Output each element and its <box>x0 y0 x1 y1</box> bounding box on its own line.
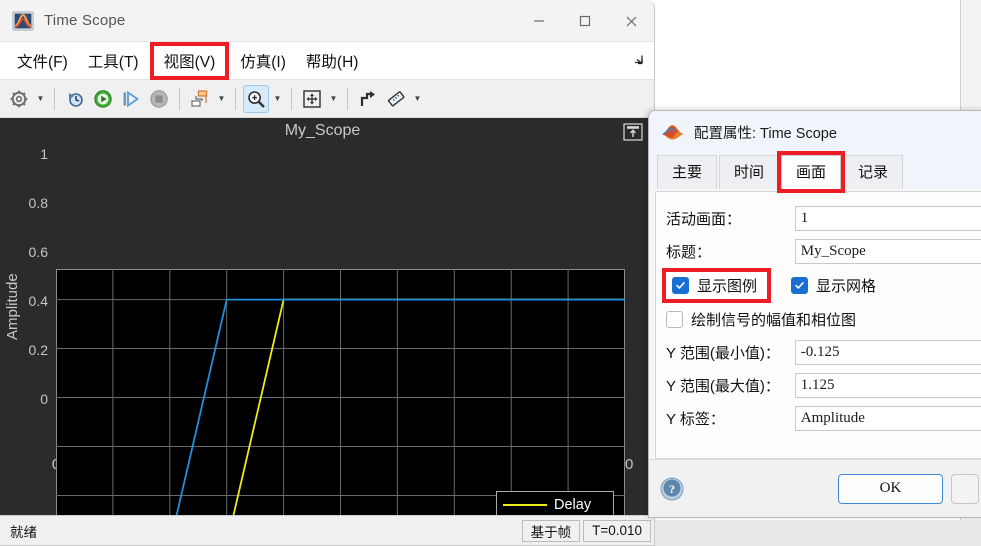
menu-tools[interactable]: 工具(T) <box>79 47 148 75</box>
configuration-properties-button[interactable] <box>6 85 32 113</box>
legend-item-delay: Delay <box>503 496 607 513</box>
label-y-max: Y 范围(最大值)： <box>666 378 780 395</box>
y-tick-0.2: 0.2 <box>28 342 48 358</box>
chevron-down-icon[interactable]: ▼ <box>411 85 424 113</box>
row-magnitude-phase: 绘制信号的幅值和相位图 <box>666 302 981 336</box>
checkbox-checked-icon <box>791 276 809 294</box>
legend-swatch-delay <box>503 503 547 506</box>
plot-title: My_Scope <box>284 122 361 139</box>
scale-axes-limits-button[interactable] <box>355 85 381 113</box>
status-time: T=0.010 <box>583 519 651 542</box>
chevron-down-icon[interactable]: ▼ <box>271 85 284 113</box>
axes <box>56 269 625 516</box>
menubar: 文件(F) 工具(T) 视图(V) 仿真(I) 帮助(H) <box>0 41 654 80</box>
toolbar-separator <box>235 87 236 110</box>
step-forward-button[interactable] <box>118 85 144 113</box>
configuration-properties-dialog: 配置属性: Time Scope 主要 时间 画面 记录 活动画面： 1 标题：… <box>648 110 981 518</box>
y-tick-0.6: 0.6 <box>28 244 48 260</box>
show-grid-checkbox[interactable]: 显示网格 <box>791 275 876 296</box>
label-y-label: Y 标签： <box>666 411 725 428</box>
y-tick-1: 1 <box>40 146 48 162</box>
toolbar-separator <box>54 87 55 110</box>
cursor-measurements-button[interactable] <box>383 85 409 113</box>
checkbox-unchecked-icon <box>666 310 683 328</box>
checkbox-checked-icon <box>672 276 689 294</box>
chevron-down-icon[interactable]: ▼ <box>34 85 47 113</box>
label-active-display: 活动画面： <box>666 211 742 228</box>
tab-display[interactable]: 画面 <box>777 151 846 193</box>
row-display-toggles: 显示图例 显示网格 <box>661 267 981 303</box>
layout-button[interactable] <box>187 85 213 113</box>
dialog-title: 配置属性: Time Scope <box>694 125 837 142</box>
ok-button[interactable]: OK <box>838 473 943 504</box>
help-question-icon[interactable]: ? <box>659 476 685 502</box>
show-grid-label: 显示网格 <box>816 277 877 295</box>
label-title: 标题： <box>666 244 712 261</box>
menu-file[interactable]: 文件(F) <box>8 47 77 75</box>
menu-simulation[interactable]: 仿真(I) <box>231 47 295 75</box>
plot-magnitude-phase-label: 绘制信号的幅值和相位图 <box>691 311 857 329</box>
undock-icon[interactable] <box>623 123 643 141</box>
row-active-display: 活动画面： 1 <box>666 202 981 235</box>
window-controls <box>516 0 654 42</box>
run-button[interactable] <box>90 85 116 113</box>
label-y-min: Y 范围(最小值)： <box>666 345 780 362</box>
dialog-tabs: 主要 时间 画面 记录 <box>649 151 981 193</box>
dialog-footer: ? OK <box>649 459 981 517</box>
dialog-body: 活动画面： 1 标题： My_Scope 显示图例 显示网格 绘制信号的幅值和相… <box>655 191 981 459</box>
grid-lines <box>56 269 625 516</box>
y-tick-0.4: 0.4 <box>28 293 48 309</box>
stop-button[interactable] <box>146 85 172 113</box>
tab-time[interactable]: 时间 <box>719 155 780 189</box>
row-y-min: Y 范围(最小值)： -0.125 <box>666 336 981 369</box>
secondary-button[interactable] <box>951 473 979 504</box>
menu-help[interactable]: 帮助(H) <box>297 47 368 75</box>
plot-area: My_Scope Amplitude 0 0.2 0.4 0.6 0.8 1 0… <box>0 118 654 516</box>
legend-label-delay: Delay <box>554 496 592 513</box>
chevron-down-icon[interactable]: ▼ <box>327 85 340 113</box>
screenshot-root: Time Scope 文件(F) 工具(T) 视图(V) 仿真(I) 帮助(H) <box>0 0 981 546</box>
matlab-icon <box>662 125 684 140</box>
matlab-scope-icon <box>12 11 34 30</box>
toolbar: ▼ ▼ ▼ ▼ ▼ <box>0 80 654 118</box>
expand-corner-icon[interactable] <box>632 53 644 68</box>
title-field[interactable]: My_Scope <box>794 239 981 264</box>
show-legend-checkbox[interactable]: 显示图例 <box>661 267 772 303</box>
tab-logging[interactable]: 记录 <box>843 155 904 189</box>
time-scope-window: Time Scope 文件(F) 工具(T) 视图(V) 仿真(I) 帮助(H) <box>0 0 655 546</box>
plot-magnitude-phase-checkbox[interactable]: 绘制信号的幅值和相位图 <box>666 309 856 330</box>
zoom-in-button[interactable] <box>243 84 269 113</box>
dialog-titlebar: 配置属性: Time Scope <box>649 111 981 153</box>
status-state: 就绪 <box>10 524 37 540</box>
close-button[interactable] <box>608 0 654 42</box>
statusbar: 就绪 基于帧 T=0.010 <box>0 515 654 545</box>
maximize-button[interactable] <box>562 0 608 42</box>
pan-scale-axes-button[interactable] <box>299 85 325 113</box>
plot-canvas <box>56 269 625 516</box>
y-max-field[interactable]: 1.125 <box>794 373 981 398</box>
window-titlebar: Time Scope <box>0 0 654 42</box>
show-legend-label: 显示图例 <box>697 277 758 295</box>
y-tick-0.8: 0.8 <box>28 195 48 211</box>
toolbar-separator <box>347 87 348 110</box>
y-tick-0: 0 <box>40 391 48 407</box>
chevron-down-icon[interactable]: ▼ <box>215 85 228 113</box>
run-to-time-button[interactable] <box>62 85 88 113</box>
row-title: 标题： My_Scope <box>666 235 981 268</box>
y-min-field[interactable]: -0.125 <box>794 340 981 365</box>
toolbar-separator <box>291 87 292 110</box>
minimize-button[interactable] <box>516 0 562 42</box>
window-title: Time Scope <box>44 12 126 29</box>
y-label-field[interactable]: Amplitude <box>794 406 981 431</box>
svg-text:?: ? <box>669 482 675 496</box>
toolbar-separator <box>179 87 180 110</box>
chart-legend: Delay Step <box>496 491 614 516</box>
row-y-label: Y 标签： Amplitude <box>666 402 981 435</box>
menu-view[interactable]: 视图(V) <box>149 41 230 80</box>
row-y-max: Y 范围(最大值)： 1.125 <box>666 369 981 402</box>
status-frame-mode: 基于帧 <box>521 519 581 542</box>
tab-main[interactable]: 主要 <box>657 155 718 189</box>
active-display-field[interactable]: 1 <box>794 206 981 231</box>
